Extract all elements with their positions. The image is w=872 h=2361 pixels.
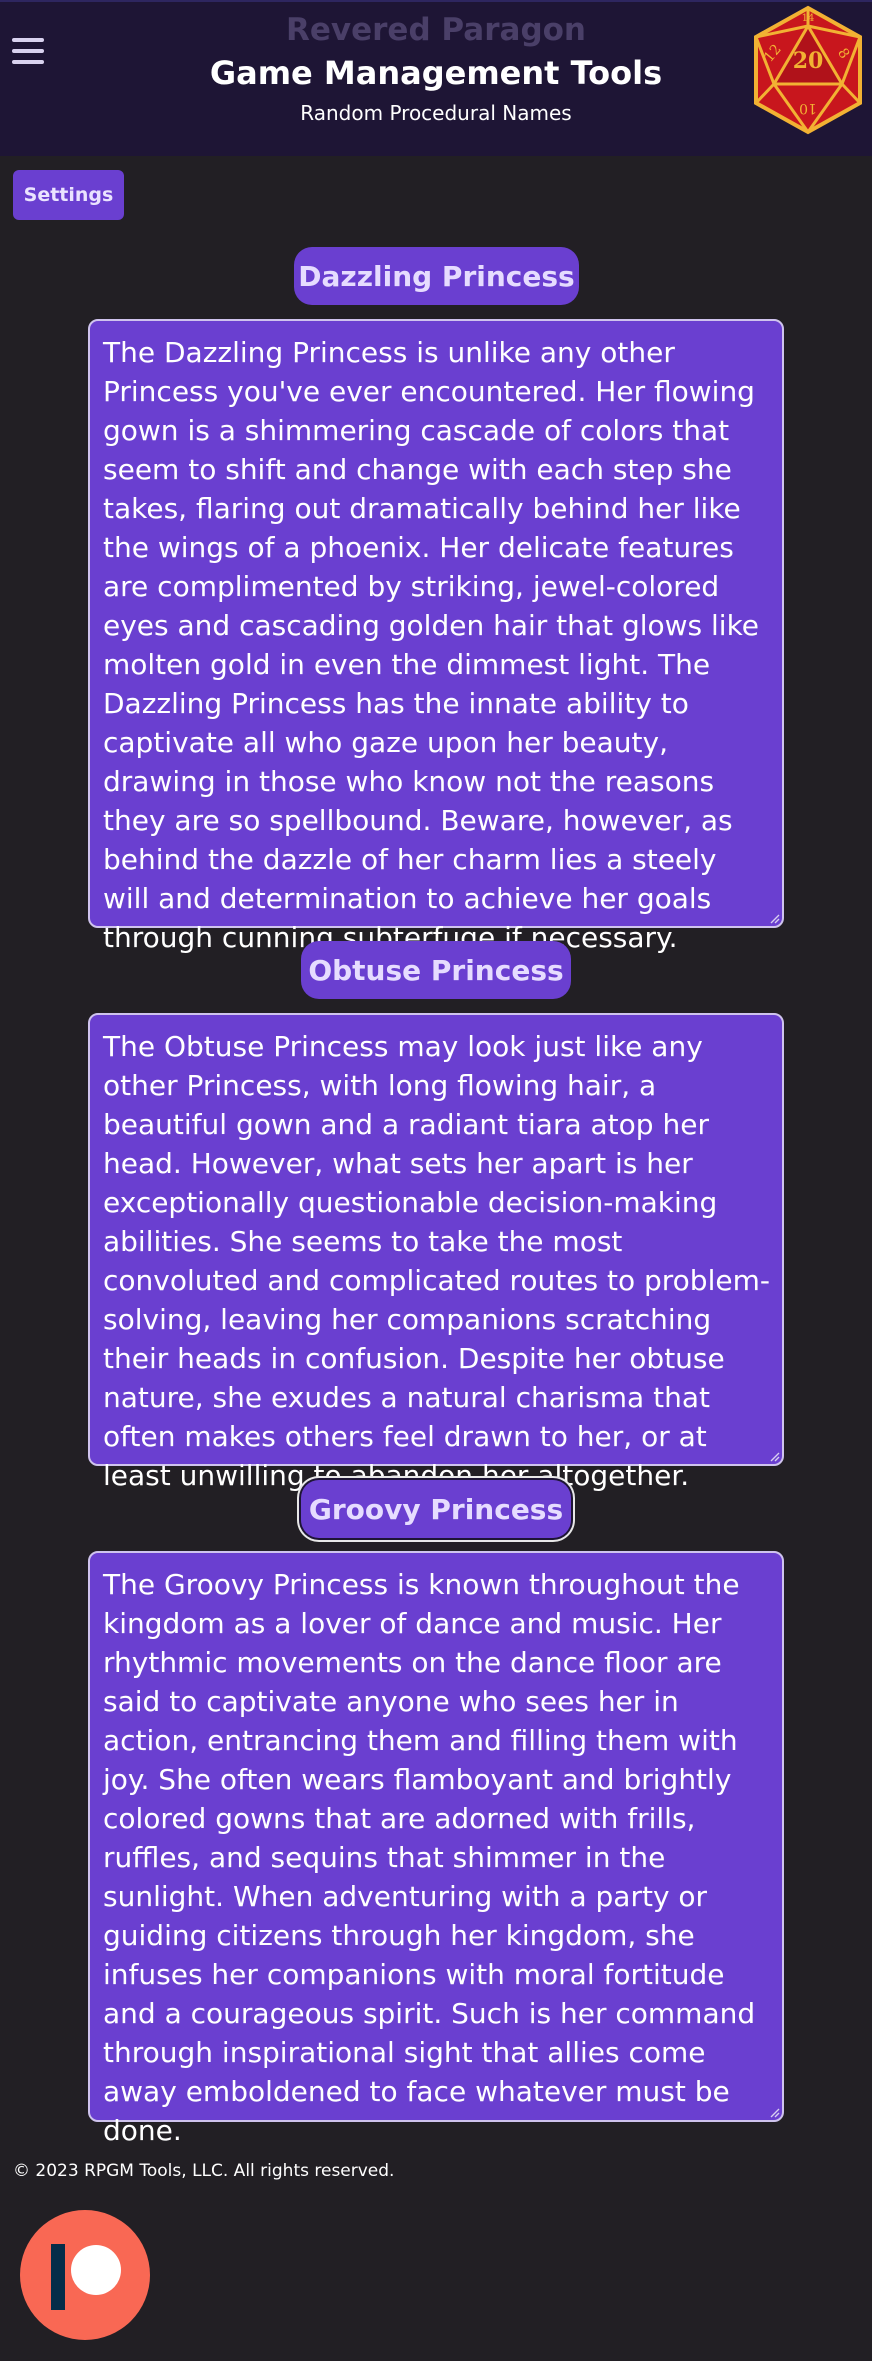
name-button-groovy-princess[interactable]: Groovy Princess xyxy=(301,1480,571,1538)
name-button-obtuse-princess[interactable]: Obtuse Princess xyxy=(301,941,571,999)
patreon-icon xyxy=(51,2244,121,2310)
svg-text:10: 10 xyxy=(799,100,817,116)
description-textarea[interactable]: The Obtuse Princess may look just like a… xyxy=(88,1013,784,1492)
app-header: Revered Paragon Game Management Tools Ra… xyxy=(0,0,872,156)
description-text: The Obtuse Princess may look just like a… xyxy=(103,1030,770,1492)
description-textarea[interactable]: The Groovy Princess is known throughout … xyxy=(88,1551,784,2147)
svg-text:20: 20 xyxy=(793,48,824,74)
settings-button[interactable]: Settings xyxy=(13,170,124,220)
description-text: The Groovy Princess is known throughout … xyxy=(103,1568,756,2147)
resize-grip-icon[interactable] xyxy=(768,912,780,924)
description-text: The Dazzling Princess is unlike any othe… xyxy=(103,336,760,954)
svg-text:14: 14 xyxy=(802,13,815,24)
name-button-dazzling-princess[interactable]: Dazzling Princess xyxy=(294,247,579,305)
resize-grip-icon[interactable] xyxy=(768,2106,780,2118)
description-textarea[interactable]: The Dazzling Princess is unlike any othe… xyxy=(88,319,784,954)
footer-copyright: © 2023 RPGM Tools, LLC. All rights reser… xyxy=(13,2161,395,2181)
d20-die-icon[interactable]: 20 12 8 10 14 xyxy=(748,4,868,136)
patreon-button[interactable] xyxy=(20,2210,150,2340)
resize-grip-icon[interactable] xyxy=(768,1450,780,1462)
brand-name: Revered Paragon xyxy=(286,12,586,48)
page-subtitle: Random Procedural Names xyxy=(300,101,572,125)
page-title: Game Management Tools xyxy=(209,54,663,92)
